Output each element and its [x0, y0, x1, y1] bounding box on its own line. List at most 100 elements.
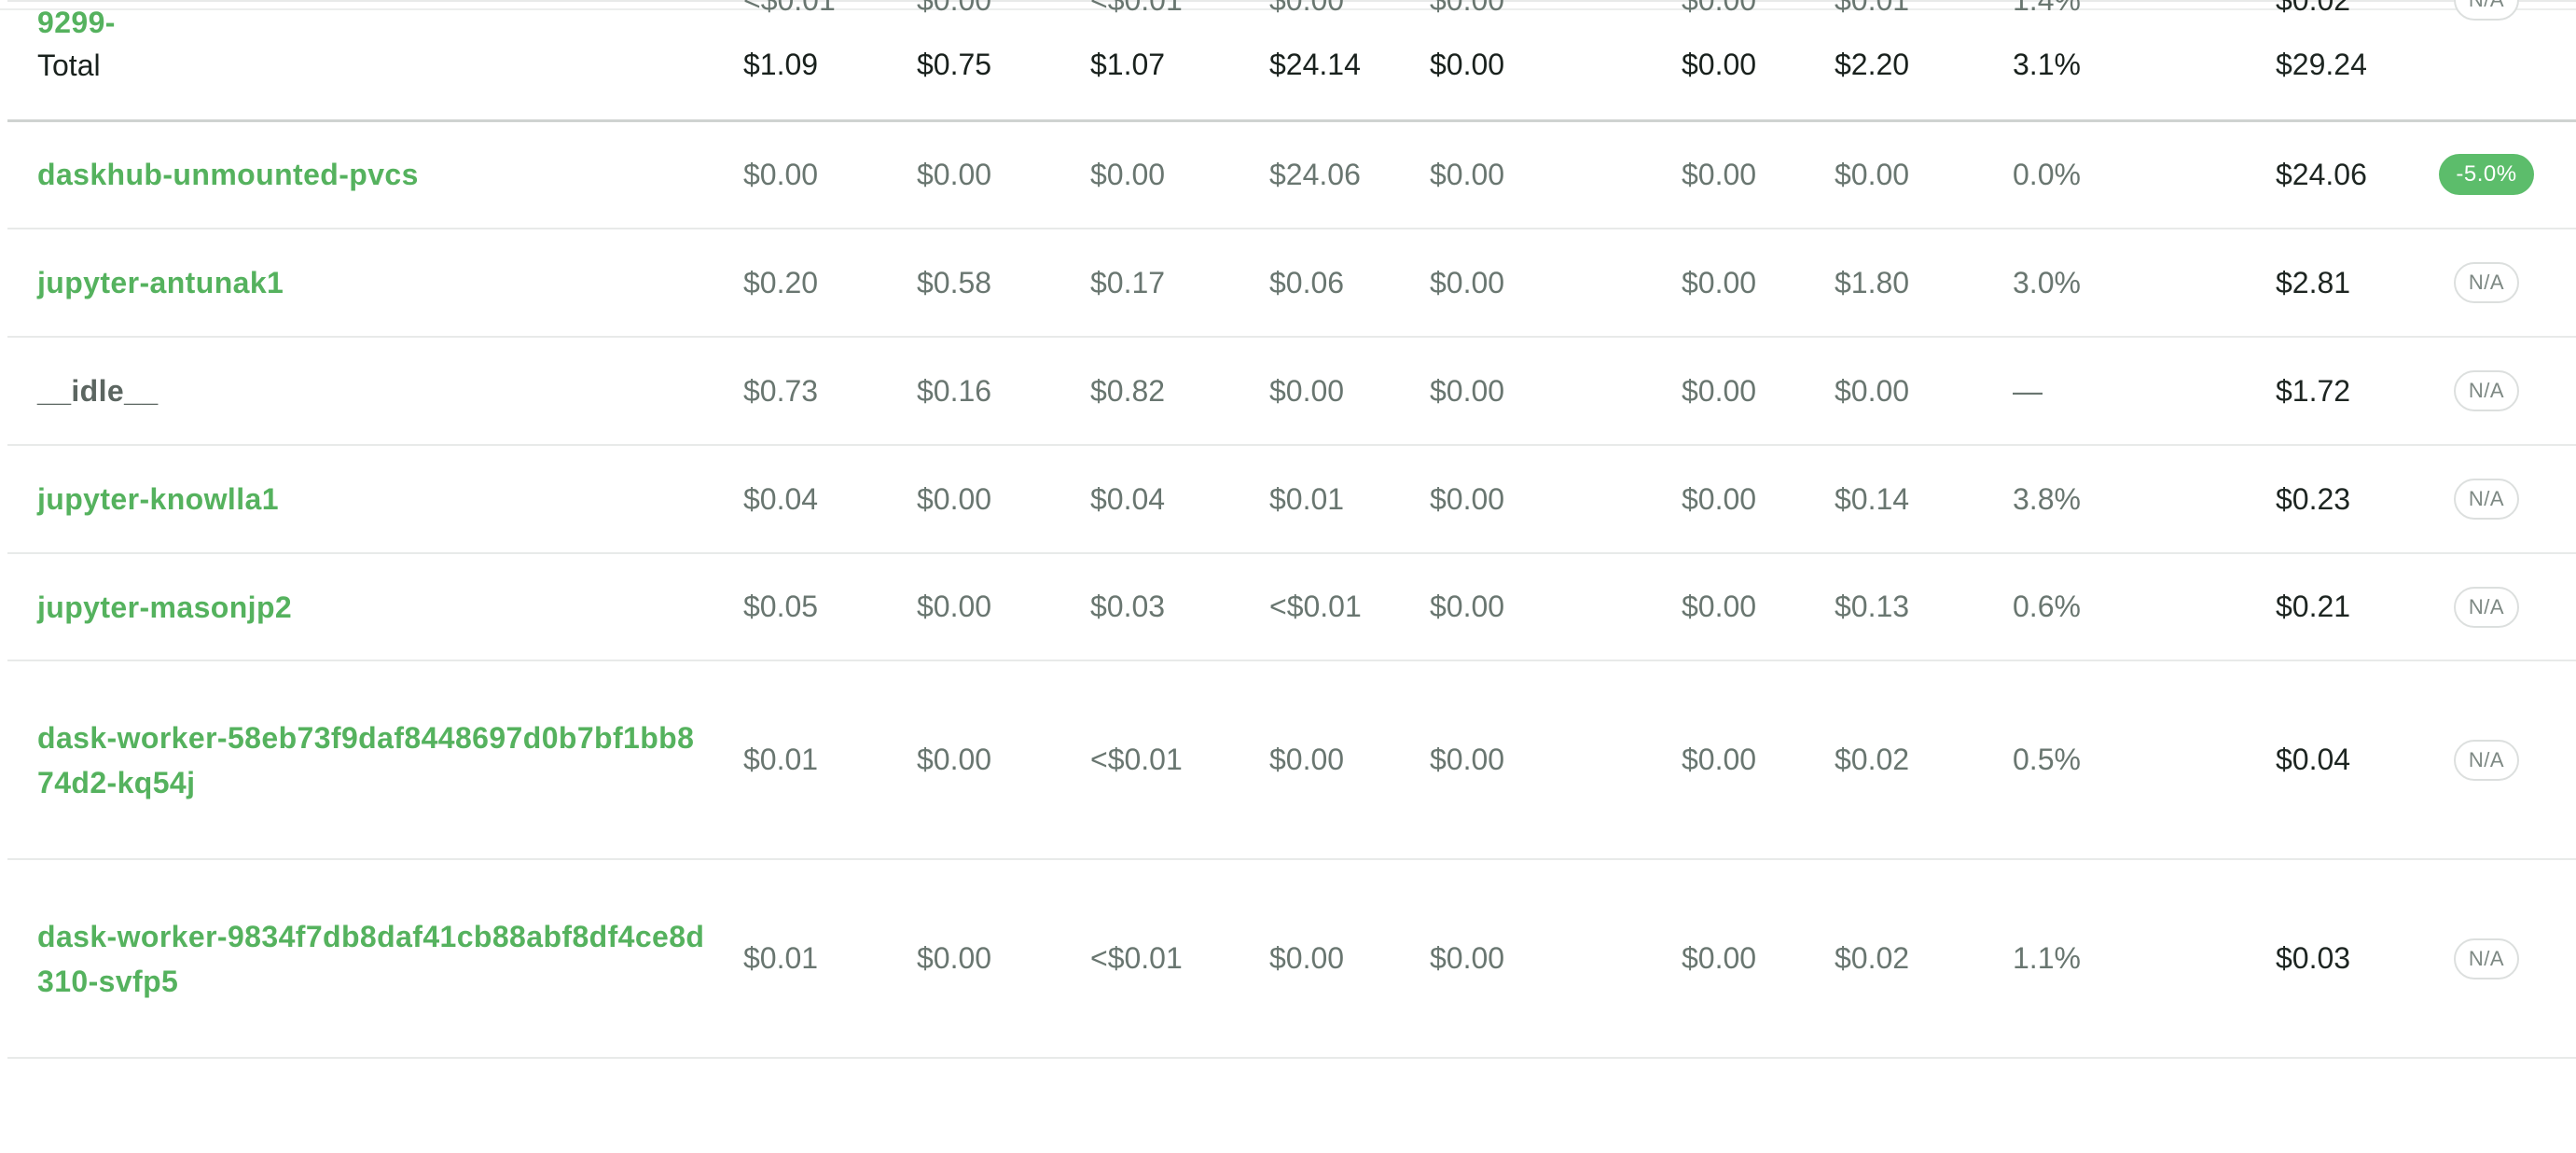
cost-value: $0.00	[1269, 743, 1345, 776]
cost-value: $0.00	[1835, 373, 1910, 408]
service-name-text: jupyter-knowlla1	[37, 482, 279, 516]
cost-value: $0.00	[1430, 590, 1505, 623]
cost-value: $1.80	[1835, 265, 1910, 299]
row-total: $29.24	[2276, 48, 2367, 81]
row-total: $2.81	[2276, 265, 2351, 299]
service-name-link[interactable]: jupyter-knowlla1	[37, 446, 709, 552]
change-badge-cell: N/A	[2417, 229, 2555, 336]
cost-value: $0.00	[1430, 743, 1505, 776]
cost-value: $24.14	[1269, 48, 1361, 81]
cost-value: $0.16	[917, 373, 992, 408]
cost-value: 1.1%	[2013, 941, 2081, 975]
cost-value: $2.20	[1835, 48, 1910, 81]
cost-value: <$0.01	[1090, 743, 1183, 776]
cost-value: $0.00	[1682, 373, 1757, 408]
row-total: $0.21	[2276, 590, 2351, 623]
cost-value: 3.0%	[2013, 265, 2081, 299]
service-name-link[interactable]: __idle__	[37, 338, 709, 444]
cost-value: $0.00	[1430, 157, 1505, 191]
service-name-text: dask-worker-6028df5051354968addf34b564cc…	[37, 6, 116, 39]
cost-value: $0.00	[743, 157, 819, 191]
cost-value: $0.00	[1430, 48, 1505, 81]
cost-value: $0.14	[1835, 481, 1910, 516]
service-name-link[interactable]: dask-worker-58eb73f9daf8448697d0b7bf1bb8…	[37, 661, 709, 858]
cost-value: 0.5%	[2013, 743, 2081, 776]
cost-value: $0.00	[1682, 481, 1757, 516]
table-row[interactable]: dask-worker-58eb73f9daf8448697d0b7bf1bb8…	[7, 661, 2576, 860]
row-total: $0.23	[2276, 481, 2351, 516]
cost-value: $0.00	[1430, 265, 1505, 299]
service-name-link[interactable]: jupyter-masonjp2	[37, 554, 709, 660]
cost-value: $0.06	[1269, 265, 1345, 299]
cost-value: $0.00	[1430, 941, 1505, 975]
cost-value: $0.00	[1835, 157, 1910, 191]
cost-value: $0.04	[1090, 481, 1166, 516]
service-name-text: dask-worker-9834f7db8daf41cb88abf8df4ce8…	[37, 919, 705, 998]
cost-value: <$0.01	[1090, 941, 1183, 975]
row-total: $0.03	[2276, 941, 2351, 975]
cost-value: $0.00	[1682, 590, 1757, 623]
cost-value: $24.06	[1269, 157, 1361, 191]
table-row[interactable]: jupyter-knowlla1 $0.04 $0.00 $0.04 $0.01 $0.0…	[7, 446, 2576, 554]
cost-value: $0.00	[1682, 743, 1757, 776]
cost-value: $1.09	[743, 48, 819, 81]
change-badge-cell: N/A	[2417, 338, 2555, 444]
row-total: $24.06	[2276, 157, 2367, 191]
change-badge: -5.0%	[2439, 154, 2534, 195]
table-row[interactable]: __idle__ $0.73 $0.16 $0.82 $0.00 $0.00 $0.00 $0…	[7, 338, 2576, 446]
cost-value: <$0.01	[1269, 590, 1362, 623]
cost-value: $0.00	[917, 590, 992, 623]
cost-value: $0.00	[917, 743, 992, 776]
cost-value: 0.0%	[2013, 157, 2081, 191]
cost-value: $0.01	[743, 941, 819, 975]
cost-value: $0.03	[1090, 590, 1166, 623]
table-row[interactable]: dask-worker-9834f7db8daf41cb88abf8df4ce8…	[7, 860, 2576, 1059]
cost-value: $0.00	[1682, 157, 1757, 191]
cost-value: $0.02	[1835, 941, 1910, 975]
service-name-text: daskhub-unmounted-pvcs	[37, 158, 419, 191]
cost-value: $0.00	[1269, 373, 1345, 408]
change-badge: N/A	[2453, 370, 2520, 411]
cost-value: $0.05	[743, 590, 819, 623]
cost-value: —	[2013, 373, 2043, 408]
service-name-text: jupyter-antunak1	[37, 266, 284, 299]
service-name-link[interactable]: dask-worker-9834f7db8daf41cb88abf8df4ce8…	[37, 860, 709, 1057]
cost-value: $0.82	[1090, 373, 1166, 408]
cost-value: $0.00	[1430, 373, 1505, 408]
cost-value: 3.8%	[2013, 481, 2081, 516]
table-row[interactable]: daskhub-unmounted-pvcs $0.00 $0.00 $0.00 $24…	[7, 121, 2576, 229]
service-name-link[interactable]: daskhub-unmounted-pvcs	[37, 121, 709, 228]
cost-value: $1.07	[1090, 48, 1166, 81]
change-badge-cell: N/A	[2417, 860, 2555, 1057]
service-name-link[interactable]: jupyter-antunak1	[37, 229, 709, 336]
service-name-text: __idle__	[37, 374, 159, 408]
service-name-text: dask-worker-58eb73f9daf8448697d0b7bf1bb8…	[37, 720, 695, 799]
cost-value: 0.6%	[2013, 590, 2081, 623]
change-badge: N/A	[2453, 586, 2520, 628]
change-badge: N/A	[2453, 739, 2520, 781]
cost-value: $0.58	[917, 265, 992, 299]
cost-value: $0.17	[1090, 265, 1166, 299]
table-row[interactable]: jupyter-masonjp2 $0.05 $0.00 $0.03 <$0.01 $0.…	[7, 554, 2576, 661]
service-name-text: jupyter-masonjp2	[37, 590, 293, 624]
row-total: $0.04	[2276, 743, 2351, 776]
change-badge: N/A	[2453, 0, 2520, 21]
cost-value: $0.00	[1682, 265, 1757, 299]
cost-value: 3.1%	[2013, 48, 2081, 81]
cost-value: $0.00	[917, 481, 992, 516]
change-badge: N/A	[2453, 479, 2520, 520]
table-row[interactable]: dask-worker-6028df5051354968addf34b564cc…	[7, 0, 2576, 39]
change-badge: N/A	[2453, 938, 2520, 979]
cost-value: $0.04	[743, 481, 819, 516]
cost-value: $0.13	[1835, 590, 1910, 623]
table-row[interactable]: jupyter-antunak1 $0.20 $0.58 $0.17 $0.06 $0.0…	[7, 229, 2576, 338]
total-label-text: Total	[37, 48, 101, 82]
cost-value: $0.00	[1682, 941, 1757, 975]
change-badge: N/A	[2453, 262, 2520, 303]
change-badge-cell: N/A	[2417, 446, 2555, 552]
cost-value: $0.00	[917, 157, 992, 191]
cost-value: $0.01	[1269, 481, 1345, 516]
cost-value: $0.00	[1430, 481, 1505, 516]
cost-value: $0.75	[917, 48, 992, 81]
change-badge-cell: -5.0%	[2417, 121, 2555, 228]
